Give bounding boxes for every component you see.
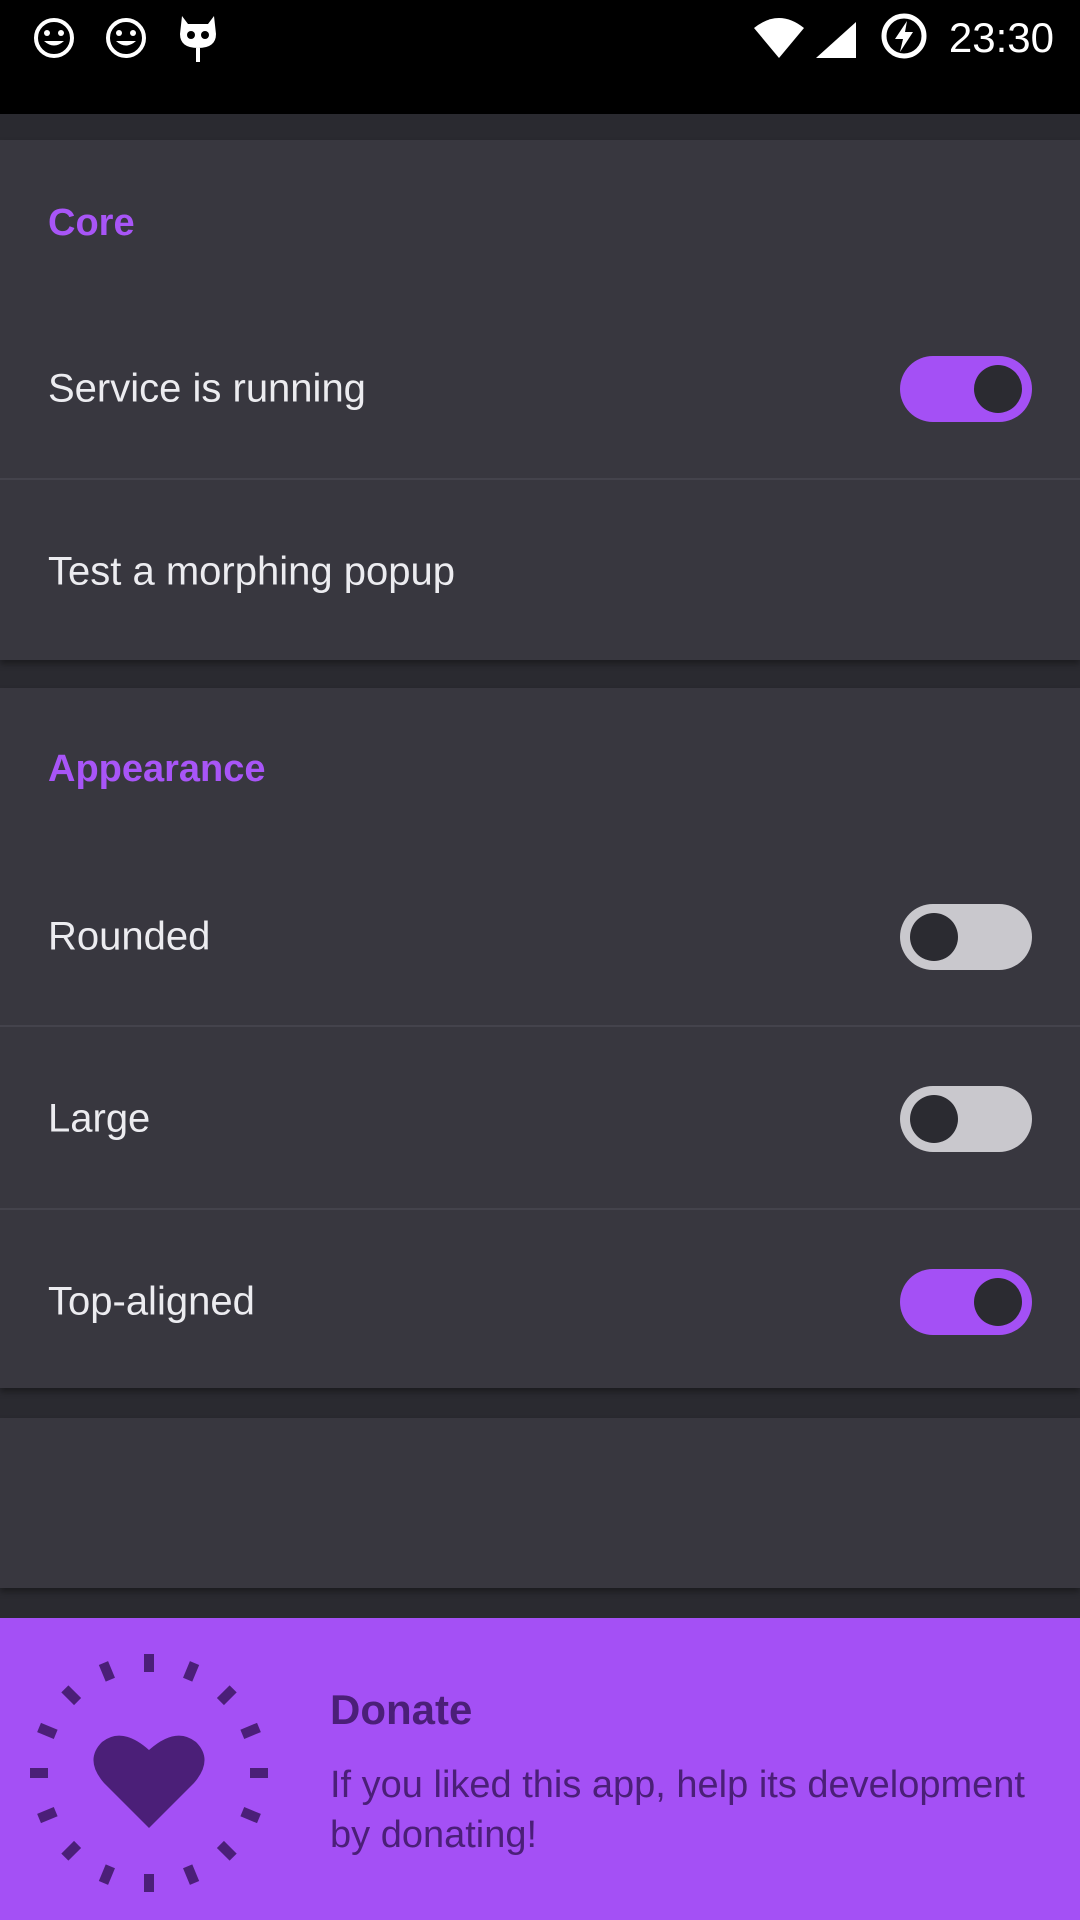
- heart-ray: [216, 1840, 237, 1861]
- status-bar: 23:30: [0, 0, 1080, 114]
- battery-charging-icon: [881, 13, 927, 59]
- empty-card: [0, 1418, 1080, 1588]
- large-switch[interactable]: [900, 1085, 1032, 1152]
- switch-knob: [974, 1277, 1022, 1326]
- service-running-switch[interactable]: [900, 355, 1032, 422]
- section-title-appearance: Appearance: [48, 748, 266, 790]
- heart-ray: [183, 1864, 200, 1885]
- switch-knob: [910, 1094, 958, 1143]
- rounded-switch[interactable]: [900, 903, 1032, 970]
- donate-title: Donate: [330, 1686, 473, 1733]
- heart-ray: [240, 1722, 261, 1739]
- service-running-row[interactable]: Service is running: [0, 297, 1080, 480]
- rounded-label: Rounded: [48, 914, 211, 958]
- heart-ray: [37, 1722, 58, 1739]
- heart-ray: [98, 1661, 115, 1682]
- rounded-row[interactable]: Rounded: [0, 845, 1080, 1028]
- heart-ray: [144, 1874, 154, 1892]
- top-aligned-label: Top-aligned: [48, 1279, 255, 1323]
- heart-ray: [98, 1864, 115, 1885]
- section-title-core: Core: [48, 202, 135, 244]
- test-popup-label: Test a morphing popup: [48, 549, 455, 593]
- signal-icon: [816, 22, 856, 58]
- large-label: Large: [48, 1096, 151, 1140]
- heart-ray: [37, 1807, 58, 1824]
- wifi-icon: [754, 18, 804, 58]
- appearance-section: Appearance Rounded Large Top-aligned: [0, 688, 1080, 1388]
- status-time: 23:30: [948, 14, 1054, 61]
- heart-ray: [30, 1768, 48, 1778]
- heart-ray: [61, 1685, 82, 1706]
- donate-text: If you liked this app, help its developm…: [330, 1764, 1025, 1856]
- switch-knob: [974, 364, 1022, 413]
- heart-ray: [216, 1685, 237, 1706]
- large-row[interactable]: Large: [0, 1027, 1080, 1210]
- core-section: Core Service is running Test a morphing …: [0, 140, 1080, 660]
- top-aligned-row[interactable]: Top-aligned: [0, 1210, 1080, 1393]
- service-running-label: Service is running: [48, 366, 366, 410]
- switch-knob: [910, 912, 958, 961]
- heart-ray: [183, 1661, 200, 1682]
- donate-banner[interactable]: Donate If you liked this app, help its d…: [0, 1618, 1080, 1920]
- heart-ray: [144, 1654, 154, 1672]
- heart-ray: [250, 1768, 268, 1778]
- heart-ray: [240, 1807, 261, 1824]
- heart-icon: [30, 1654, 268, 1892]
- test-popup-row[interactable]: Test a morphing popup: [0, 480, 1080, 663]
- cyanogen-mascot-icon: [180, 16, 216, 62]
- heart-ray: [61, 1840, 82, 1861]
- top-aligned-switch[interactable]: [900, 1268, 1032, 1335]
- smiley-icon: [106, 18, 146, 58]
- smiley-icon: [34, 18, 74, 58]
